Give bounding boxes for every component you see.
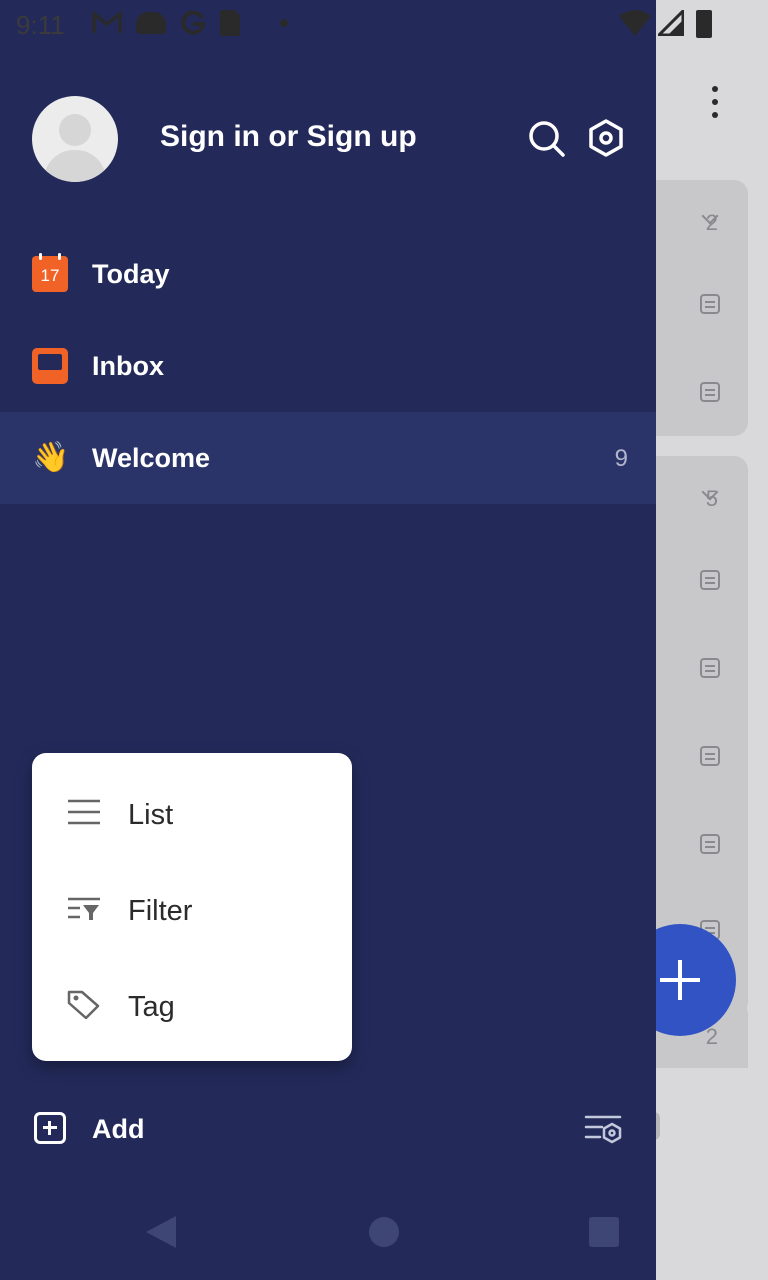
status-time: 9:11 [16,10,65,40]
navigation-drawer: Sign in or Sign up 17 Today Inbox 👋 Welc… [0,0,656,1280]
menu-item-tag[interactable]: Tag [32,955,352,1051]
filter-icon [68,897,100,920]
nav-item-label: Inbox [92,351,164,381]
nav-item-welcome[interactable]: 👋 Welcome 9 [0,412,656,504]
list-icon [68,799,100,825]
add-popup-menu: List Filter Tag [32,753,352,1061]
menu-item-list[interactable]: List [32,763,352,859]
gmail-icon [92,11,122,33]
task-group-card[interactable]: 2 [640,180,748,436]
note-icon [700,382,720,402]
avatar[interactable] [32,96,118,182]
nav-item-count: 9 [614,445,628,472]
dot-icon [280,19,288,27]
add-label: Add [92,1114,145,1144]
cloud-icon [136,12,166,34]
system-navigation-bar [0,1184,656,1280]
nav-item-label: Today [92,259,170,289]
note-icon [700,834,720,854]
menu-item-label: Tag [128,991,175,1023]
back-button[interactable] [146,1216,176,1248]
signal-icon [658,10,684,36]
nav-item-today[interactable]: 17 Today [0,228,656,320]
list-settings-icon[interactable] [584,1112,622,1146]
note-icon [700,570,720,590]
sign-in-link[interactable]: Sign in or Sign up [160,120,417,154]
waving-hand-icon: 👋 [32,441,70,474]
note-icon [700,746,720,766]
settings-icon[interactable] [586,118,626,158]
more-options-icon[interactable] [712,86,718,122]
notification-icons [92,10,288,36]
note-icon [700,658,720,678]
inbox-icon [32,348,68,384]
menu-item-label: Filter [128,895,193,927]
search-icon[interactable] [526,118,566,158]
menu-item-label: List [128,799,174,831]
wifi-icon [619,10,651,36]
recents-button[interactable] [589,1217,619,1247]
calendar-icon: 17 [32,253,68,292]
google-icon [181,10,206,35]
status-bar: 9:11 [0,0,768,48]
tag-icon [67,990,100,1019]
home-button[interactable] [369,1217,399,1247]
nav-item-label: Welcome [92,443,211,473]
nav-item-inbox[interactable]: Inbox [0,320,656,412]
note-icon [700,294,720,314]
sd-card-icon [220,10,240,36]
add-button[interactable]: Add [0,1088,656,1172]
battery-icon [696,10,712,38]
menu-item-filter[interactable]: Filter [32,859,352,955]
add-square-icon [34,1112,66,1144]
